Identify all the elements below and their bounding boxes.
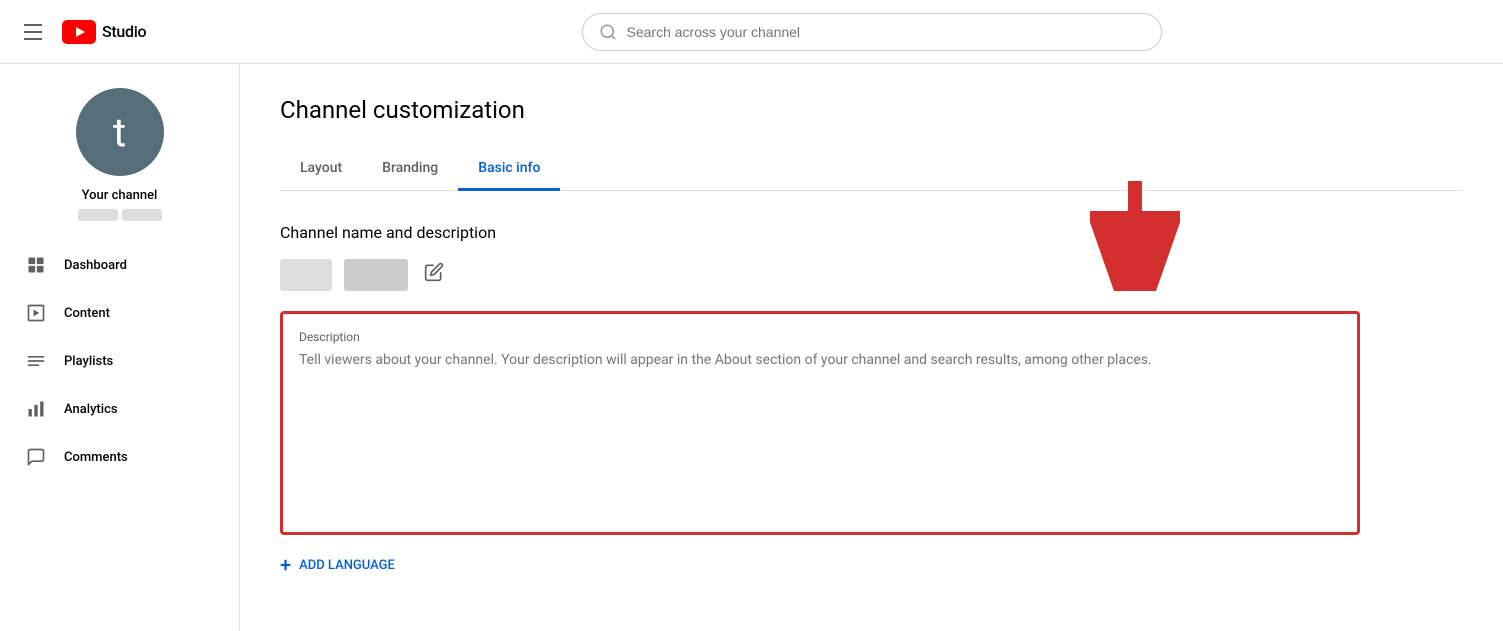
channel-name-row — [280, 258, 1463, 291]
analytics-icon — [24, 397, 48, 421]
playlists-icon — [24, 349, 48, 373]
description-section: Description — [280, 311, 1360, 535]
search-bar — [582, 13, 1162, 51]
add-language-label: ADD LANGUAGE — [299, 558, 395, 573]
comments-icon — [24, 445, 48, 469]
channel-name: Your channel — [82, 188, 158, 203]
add-language-button[interactable]: + ADD LANGUAGE — [280, 555, 1463, 575]
youtube-logo-icon — [62, 20, 96, 44]
channel-name-blur-2 — [344, 259, 408, 291]
channel-name-blur-1 — [280, 259, 332, 291]
search-input[interactable] — [627, 24, 1145, 40]
content-label: Content — [64, 306, 110, 321]
logo-link[interactable]: Studio — [62, 20, 146, 44]
analytics-label: Analytics — [64, 402, 118, 417]
sidebar-item-comments[interactable]: Comments — [0, 433, 239, 481]
edit-channel-name-button[interactable] — [420, 258, 448, 291]
dashboard-icon — [24, 253, 48, 277]
comments-label: Comments — [64, 450, 128, 465]
dashboard-label: Dashboard — [64, 258, 127, 273]
playlists-label: Playlists — [64, 354, 113, 369]
sub-blur-1 — [78, 209, 118, 221]
sub-blur-2 — [122, 209, 162, 221]
description-label: Description — [299, 330, 1341, 344]
sidebar: t Your channel Dashboard — [0, 64, 240, 631]
add-language-icon: + — [280, 555, 291, 575]
top-header: Studio — [0, 0, 1503, 64]
tabs: Layout Branding Basic info — [280, 148, 1463, 191]
channel-avatar: t — [76, 88, 164, 176]
nav-items: Dashboard Content — [0, 241, 239, 481]
menu-button[interactable] — [16, 16, 50, 48]
sidebar-item-dashboard[interactable]: Dashboard — [0, 241, 239, 289]
sidebar-item-content[interactable]: Content — [0, 289, 239, 337]
app-body: t Your channel Dashboard — [0, 64, 1503, 631]
search-icon — [599, 23, 617, 41]
content-icon — [24, 301, 48, 325]
tab-basic-info[interactable]: Basic info — [458, 148, 560, 191]
description-textarea[interactable] — [299, 352, 1341, 512]
description-box: Description — [280, 311, 1360, 535]
page-title: Channel customization — [280, 96, 1463, 124]
main-content: Channel customization Layout Branding Ba… — [240, 64, 1503, 631]
section-title: Channel name and description — [280, 223, 1463, 242]
tab-branding[interactable]: Branding — [362, 148, 458, 191]
channel-sub-info — [78, 209, 162, 221]
sidebar-item-analytics[interactable]: Analytics — [0, 385, 239, 433]
sidebar-item-playlists[interactable]: Playlists — [0, 337, 239, 385]
studio-label: Studio — [102, 22, 146, 41]
tab-layout[interactable]: Layout — [280, 148, 362, 191]
